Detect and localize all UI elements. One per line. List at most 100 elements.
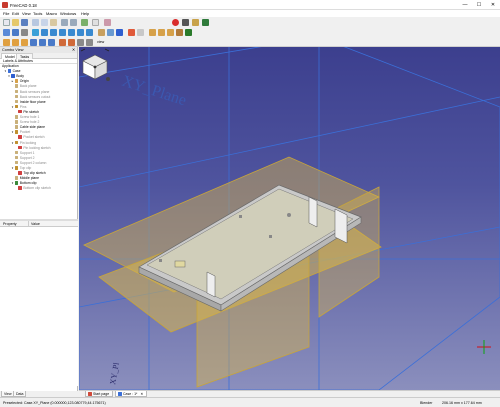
connector-cutout	[174, 260, 186, 268]
close-tab-icon[interactable]: ✕	[140, 392, 143, 396]
support-post	[334, 208, 348, 244]
draw-style-icon[interactable]	[21, 29, 28, 36]
body-icon[interactable]	[116, 29, 123, 36]
column-divider[interactable]	[28, 221, 29, 227]
right-view-icon[interactable]	[59, 29, 66, 36]
isometric-view-icon[interactable]	[32, 29, 39, 36]
bottom-view-icon[interactable]	[77, 29, 84, 36]
pointer-icon[interactable]	[92, 19, 99, 26]
menu-help[interactable]: Help	[81, 11, 89, 16]
cube-corner-marker	[93, 65, 97, 69]
sketch-icon[interactable]	[128, 29, 135, 36]
datum-plane-icon[interactable]	[167, 29, 174, 36]
top-view-icon[interactable]	[50, 29, 57, 36]
tree-item-icon	[14, 99, 19, 104]
run-macro-icon[interactable]	[202, 19, 209, 26]
datum-point-icon[interactable]	[149, 29, 156, 36]
navigation-cube[interactable]	[79, 47, 111, 83]
3d-scene: XY_Plane XY_Pl	[79, 47, 500, 390]
pin-hole	[159, 259, 162, 262]
measure-icon[interactable]	[98, 29, 105, 36]
redo-icon[interactable]	[70, 19, 77, 26]
part-icon[interactable]	[107, 29, 114, 36]
whats-this-icon[interactable]	[104, 19, 111, 26]
axis-cross	[477, 340, 491, 354]
cut-icon[interactable]	[32, 19, 39, 26]
tree-item-icon	[11, 74, 15, 78]
tree-item-icon	[14, 181, 19, 185]
fit-selection-icon[interactable]	[12, 29, 19, 36]
fit-all-icon[interactable]	[3, 29, 10, 36]
tree-item-icon	[14, 150, 19, 155]
record-icon[interactable]	[172, 19, 179, 26]
close-button[interactable]: ✕	[486, 1, 500, 9]
undo-icon[interactable]	[61, 19, 68, 26]
tree-item-icon	[7, 69, 12, 73]
model-tree: Application ▾ Case ▾ Body ▸ Origin Back plane B…	[0, 64, 77, 226]
tree-item-icon	[14, 125, 19, 129]
combo-view-title-label: Combo View	[2, 48, 24, 52]
tree-item-label: Pin locking	[19, 140, 37, 145]
menu-tools[interactable]: Tools	[33, 11, 42, 16]
rotate-arrows-icon[interactable]	[80, 48, 110, 52]
menu-windows[interactable]: Windows	[60, 11, 76, 16]
tree-root-label: Application	[2, 64, 19, 68]
open-icon[interactable]	[12, 19, 19, 26]
menu-macro[interactable]: Macro	[46, 11, 57, 16]
menu-view[interactable]: View	[22, 11, 31, 16]
tree-item-label: Pocket sketch	[23, 135, 45, 140]
navigation-style[interactable]: Blender	[420, 401, 432, 405]
tab-start-page-label: Start page	[93, 392, 110, 396]
3d-viewport[interactable]: XY_Plane XY_Pl	[79, 47, 500, 390]
revolution-icon[interactable]	[12, 39, 19, 46]
refresh-icon[interactable]	[81, 19, 88, 26]
clone-icon[interactable]	[185, 29, 192, 36]
front-view-icon[interactable]	[41, 29, 48, 36]
shape-binder-icon[interactable]	[176, 29, 183, 36]
save-icon[interactable]	[21, 19, 28, 26]
maximize-button[interactable]: ☐	[472, 1, 486, 9]
chamfer-icon[interactable]	[68, 39, 75, 46]
hole-icon[interactable]	[39, 39, 46, 46]
pad-icon[interactable]	[3, 39, 10, 46]
status-bar: Preselected: Case.XY_Plane (0.000000,123…	[0, 397, 500, 407]
screw-hole	[287, 213, 291, 217]
tab-tasks[interactable]: Tasks	[16, 53, 34, 59]
tree-item-icon	[14, 155, 19, 160]
pattern-icon[interactable]	[86, 39, 93, 46]
loft-icon[interactable]	[21, 39, 28, 46]
new-icon[interactable]	[3, 19, 10, 26]
groove-icon[interactable]	[48, 39, 55, 46]
tree-item-label: Pin sketch	[23, 109, 40, 114]
tree-item-label: Screw hole 1	[19, 115, 40, 119]
minimize-button[interactable]: —	[458, 1, 472, 9]
rear-view-icon[interactable]	[68, 29, 75, 36]
tree-item-icon	[14, 176, 19, 180]
tree-item-label: Back sensors cutout	[19, 94, 51, 99]
copy-icon[interactable]	[41, 19, 48, 26]
tree-item[interactable]: Bottom clip sketch	[15, 186, 51, 191]
view-label[interactable]: view	[97, 40, 104, 44]
macro-icon[interactable]	[192, 19, 199, 26]
menu-file[interactable]: File	[3, 11, 9, 16]
tree-item-label: Pin locking sketch	[23, 145, 51, 150]
start-page-icon	[88, 392, 92, 396]
tree-item-label: Pins	[19, 104, 27, 109]
pocket-icon[interactable]	[30, 39, 37, 46]
validate-sketch-icon[interactable]	[137, 29, 144, 36]
left-view-icon[interactable]	[86, 29, 93, 36]
tree-item-icon	[18, 171, 22, 175]
plane-label: XY_Plane	[120, 73, 189, 110]
tree-item-label: Pocket	[19, 130, 31, 135]
tree-item-icon	[14, 140, 19, 144]
menu-edit[interactable]: Edit	[12, 11, 19, 16]
stop-icon[interactable]	[182, 19, 189, 26]
window-title: FreeCAD 0.18	[10, 3, 37, 8]
value-column-header[interactable]: Value	[31, 221, 40, 227]
view-menu-icon[interactable]	[106, 77, 110, 81]
fillet-icon[interactable]	[59, 39, 66, 46]
datum-line-icon[interactable]	[158, 29, 165, 36]
property-column-header[interactable]: Property	[3, 221, 17, 227]
paste-icon[interactable]	[50, 19, 57, 26]
mirrored-icon[interactable]	[77, 39, 84, 46]
